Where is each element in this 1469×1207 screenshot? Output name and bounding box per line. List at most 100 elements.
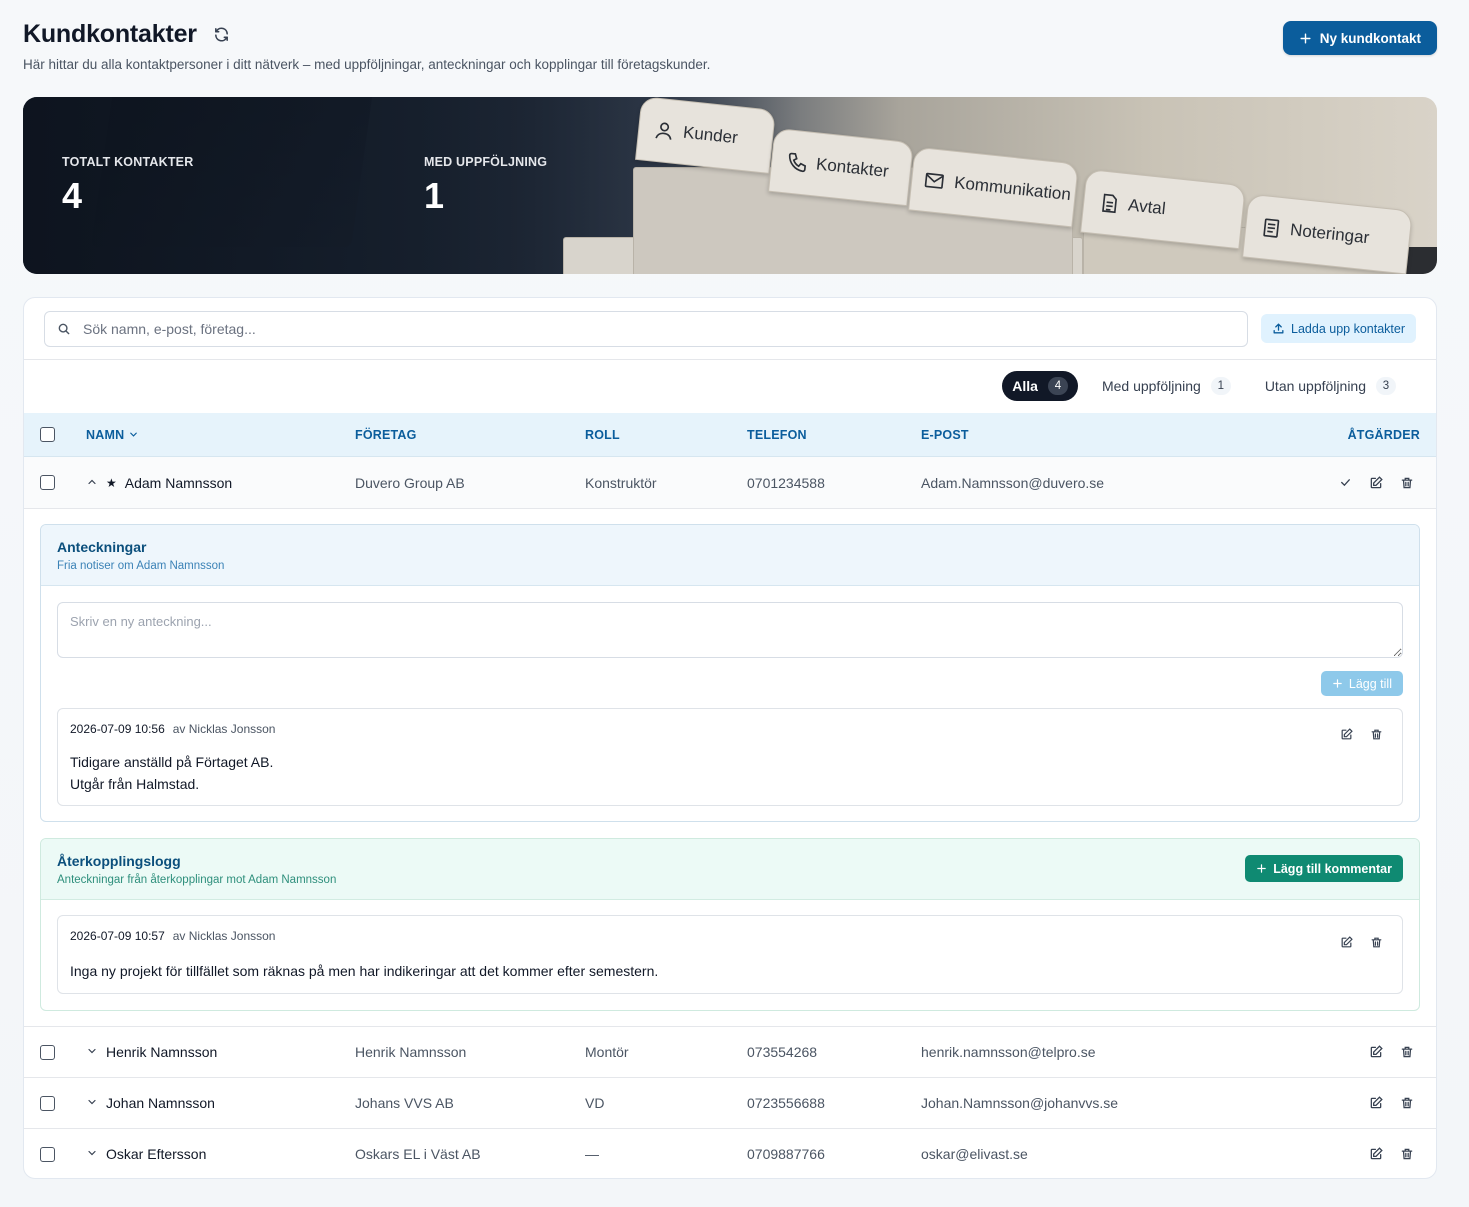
new-contact-button[interactable]: Ny kundkontakt xyxy=(1282,21,1437,55)
contact-company: Henrik Namnsson xyxy=(355,1044,467,1060)
note-author: av Nicklas Jonsson xyxy=(172,722,276,736)
table-row[interactable]: Henrik Namnsson Henrik Namnsson Montör 0… xyxy=(24,1026,1436,1077)
stat-total-contacts: TOTALT KONTAKTER 4 xyxy=(62,155,194,216)
contact-role: — xyxy=(585,1146,599,1162)
table-row[interactable]: Oskar Eftersson Oskars EL i Väst AB — 07… xyxy=(24,1128,1436,1178)
feedback-subtitle: Anteckningar från återkopplingar mot Ada… xyxy=(57,874,337,886)
phone-icon xyxy=(788,152,807,173)
check-icon[interactable] xyxy=(1333,471,1357,495)
column-phone: TELEFON xyxy=(747,427,807,442)
search-icon xyxy=(45,322,83,336)
column-company: FÖRETAG xyxy=(355,427,417,442)
table-row[interactable]: Johan Namnsson Johans VVS AB VD 07235566… xyxy=(24,1077,1436,1128)
trash-icon[interactable] xyxy=(1395,471,1419,495)
filter-count-badge: 4 xyxy=(1047,377,1068,395)
contact-role: Montör xyxy=(585,1044,629,1060)
page-header: Kundkontakter Här hittar du alla kontakt… xyxy=(23,20,1437,80)
contact-name[interactable]: Oskar Eftersson xyxy=(106,1146,206,1162)
page-title: Kundkontakter xyxy=(23,20,197,48)
filter-with-followup[interactable]: Med uppföljning 1 xyxy=(1092,371,1241,401)
search-input[interactable] xyxy=(83,321,1247,337)
chevron-down-icon[interactable] xyxy=(86,1095,98,1111)
page-subtitle: Här hittar du alla kontaktpersoner i dit… xyxy=(23,57,711,72)
refresh-icon[interactable] xyxy=(211,24,233,46)
sort-name-header[interactable]: NAMN xyxy=(86,413,139,456)
filter-tabs: Alla 4 Med uppföljning 1 Utan uppföljnin… xyxy=(1002,371,1406,401)
chevron-up-icon[interactable] xyxy=(86,475,98,491)
column-actions: ÅTGÄRDER xyxy=(1347,427,1420,442)
new-contact-label: Ny kundkontakt xyxy=(1319,30,1421,46)
trash-icon[interactable] xyxy=(1364,722,1388,746)
edit-icon[interactable] xyxy=(1364,1040,1388,1064)
filter-without-followup[interactable]: Utan uppföljning 3 xyxy=(1255,371,1406,401)
feedback-entry: 2026-07-09 10:57 av Nicklas Jonsson Inga… xyxy=(57,915,1403,994)
trash-icon[interactable] xyxy=(1395,1040,1419,1064)
table-header: NAMN FÖRETAG ROLL TELEFON E-POST ÅTGÄRDE… xyxy=(24,413,1436,457)
contact-email: oskar@elivast.se xyxy=(921,1146,1028,1162)
row-checkbox[interactable] xyxy=(40,1095,55,1111)
filter-count-badge: 1 xyxy=(1210,377,1231,395)
edit-icon[interactable] xyxy=(1334,722,1358,746)
contact-name[interactable]: Adam Namnsson xyxy=(125,475,232,491)
contact-company: Oskars EL i Väst AB xyxy=(355,1146,481,1162)
contact-phone: 0709887766 xyxy=(747,1146,825,1162)
contact-role: Konstruktör xyxy=(585,474,657,491)
chevron-down-icon[interactable] xyxy=(86,1044,98,1060)
plus-icon xyxy=(1333,679,1342,688)
row-checkbox[interactable] xyxy=(40,1146,55,1162)
user-icon xyxy=(655,122,672,140)
search-box xyxy=(44,311,1248,347)
contact-phone: 073554268 xyxy=(747,1044,818,1060)
notes-title: Anteckningar xyxy=(57,539,147,555)
contacts-card: Ladda upp kontakter Alla 4 Med uppföljni… xyxy=(23,297,1437,1179)
column-email: E-POST xyxy=(921,427,969,442)
select-all-checkbox[interactable] xyxy=(40,427,55,442)
chevron-down-icon[interactable] xyxy=(86,1146,98,1162)
feedback-timestamp: 2026-07-09 10:57 xyxy=(70,929,165,943)
contact-company: Duvero Group AB xyxy=(355,474,465,491)
chevron-down-icon xyxy=(130,432,138,437)
contact-email: Adam.Namnsson@duvero.se xyxy=(921,474,1105,491)
edit-icon[interactable] xyxy=(1364,1142,1388,1166)
column-role: ROLL xyxy=(585,427,620,442)
table-row[interactable]: ★ Adam Namnsson Duvero Group AB Konstruk… xyxy=(24,457,1436,508)
trash-icon[interactable] xyxy=(1364,930,1388,954)
contact-email: henrik.namnsson@telpro.se xyxy=(921,1044,1096,1060)
upload-icon xyxy=(1273,323,1284,334)
note-text: Tidigare anställd på Förtaget AB. Utgår … xyxy=(70,754,274,792)
new-note-textarea[interactable] xyxy=(57,602,1403,658)
trash-icon[interactable] xyxy=(1395,1091,1419,1115)
contact-company: Johans VVS AB xyxy=(355,1095,454,1111)
notes-subtitle: Fria notiser om Adam Namnsson xyxy=(57,560,225,572)
note-entry: 2026-07-09 10:56 av Nicklas Jonsson Tidi… xyxy=(57,708,1403,806)
note-timestamp: 2026-07-09 10:56 xyxy=(70,722,165,736)
document-icon xyxy=(1102,193,1118,214)
edit-icon[interactable] xyxy=(1334,930,1358,954)
feedback-title: Återkopplingslogg xyxy=(57,853,181,869)
contact-role: VD xyxy=(585,1095,605,1111)
plus-icon xyxy=(1257,864,1266,873)
edit-icon[interactable] xyxy=(1364,1091,1388,1115)
edit-icon[interactable] xyxy=(1364,471,1388,495)
trash-icon[interactable] xyxy=(1395,1142,1419,1166)
stat-with-followup: MED UPPFÖLJNING 1 xyxy=(424,155,548,216)
star-icon[interactable]: ★ xyxy=(106,476,117,490)
row-checkbox[interactable] xyxy=(40,1044,55,1060)
feedback-log-panel: Återkopplingslogg Anteckningar från åter… xyxy=(40,838,1420,1011)
feedback-text: Inga ny projekt för tillfället som räkna… xyxy=(70,963,659,979)
notes-panel: Anteckningar Fria notiser om Adam Namnss… xyxy=(40,524,1420,822)
add-note-button[interactable]: Lägg till xyxy=(1320,671,1403,696)
feedback-author: av Nicklas Jonsson xyxy=(172,929,276,943)
row-checkbox[interactable] xyxy=(40,475,55,490)
filter-all[interactable]: Alla 4 xyxy=(1002,371,1078,401)
hero-banner: Kunder Kontakter Kommunikation Avtal Not… xyxy=(23,97,1437,274)
add-comment-button[interactable]: Lägg till kommentar xyxy=(1245,855,1403,882)
contact-email: Johan.Namnsson@johanvvs.se xyxy=(921,1095,1119,1111)
contact-name[interactable]: Henrik Namnsson xyxy=(106,1044,217,1060)
upload-contacts-button[interactable]: Ladda upp kontakter xyxy=(1261,314,1416,343)
contact-phone: 0701234588 xyxy=(747,474,825,491)
contact-phone: 0723556688 xyxy=(747,1095,825,1111)
note-icon xyxy=(1263,218,1280,238)
filter-count-badge: 3 xyxy=(1376,377,1396,395)
contact-name[interactable]: Johan Namnsson xyxy=(106,1095,215,1111)
